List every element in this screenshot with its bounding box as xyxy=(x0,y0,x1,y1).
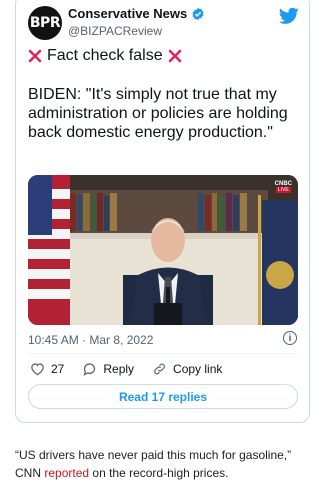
x-mark-icon xyxy=(168,49,181,63)
x-mark-icon xyxy=(28,49,42,63)
author-name[interactable]: Conservative News xyxy=(68,6,187,21)
verified-badge-icon xyxy=(192,7,204,20)
like-count: 27 xyxy=(51,362,65,376)
heart-icon xyxy=(31,363,44,376)
fact-check-text: Fact check false xyxy=(47,47,163,64)
reply-icon xyxy=(83,363,96,376)
info-icon[interactable]: i xyxy=(283,331,297,345)
article-source: CNN xyxy=(15,466,41,480)
tweet-timestamp[interactable]: 10:45 AM · Mar 8, 2022 xyxy=(28,333,153,347)
tweet-card[interactable]: BPR Conservative News @BIZPACReview Fact… xyxy=(15,0,310,423)
article-rest: on the record-high prices. xyxy=(92,466,229,480)
like-button[interactable]: 27 xyxy=(30,362,64,376)
article-text: “US drivers have never paid this much fo… xyxy=(15,446,315,482)
tweet-actions: 27 Reply Copy link xyxy=(30,362,240,376)
live-label: LIVE xyxy=(275,187,291,193)
twitter-bird-icon[interactable] xyxy=(279,7,299,25)
copy-link-label: Copy link xyxy=(173,362,223,376)
avatar-text: BPR xyxy=(29,15,61,31)
tweet-text: BIDEN: "It's simply not true that my adm… xyxy=(28,86,288,141)
network-badge: CNBC LIVE xyxy=(275,181,292,193)
copy-link-button[interactable]: Copy link xyxy=(152,362,222,376)
article-link[interactable]: reported xyxy=(44,466,89,480)
article-quote: “US drivers have never paid this much fo… xyxy=(15,448,292,462)
tweet-media-video-frame[interactable]: CNBC LIVE xyxy=(28,175,298,325)
divider xyxy=(28,353,297,354)
media-illustration xyxy=(28,175,298,325)
reply-button[interactable]: Reply xyxy=(82,362,134,376)
link-icon xyxy=(154,363,165,375)
author-row: Conservative News xyxy=(68,6,205,21)
avatar[interactable]: BPR xyxy=(28,6,62,40)
read-replies-button[interactable]: Read 17 replies xyxy=(28,384,298,409)
fact-check-label: Fact check false xyxy=(28,47,182,65)
reply-label: Reply xyxy=(103,362,135,376)
author-handle[interactable]: @BIZPACReview xyxy=(68,24,162,38)
